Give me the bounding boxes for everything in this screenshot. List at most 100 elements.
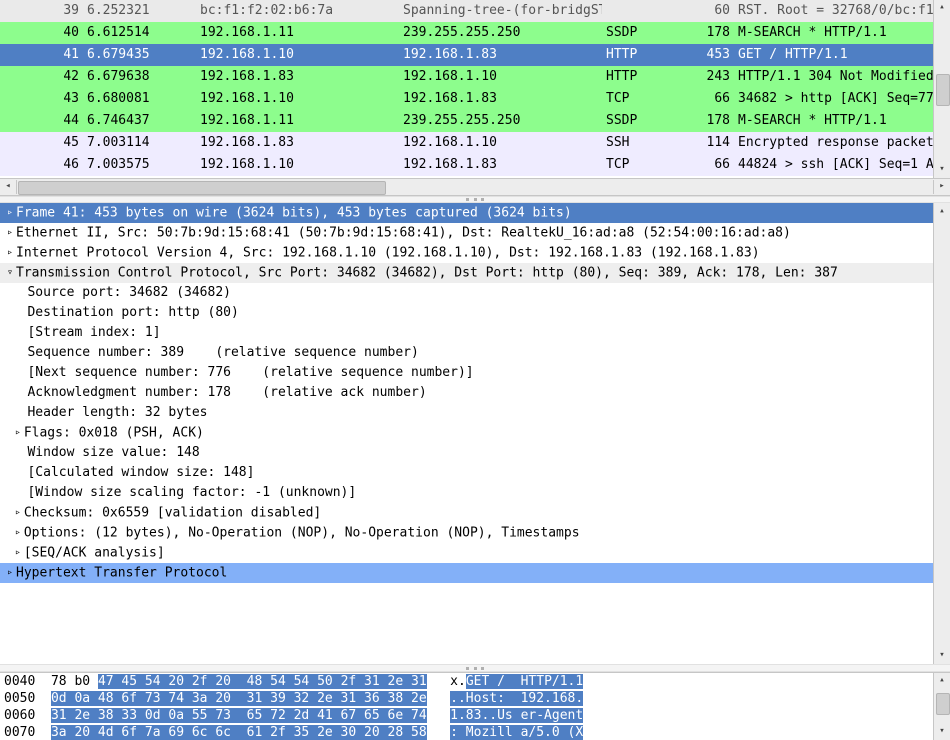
col-protocol: HTTP — [602, 66, 690, 88]
col-info: RST. Root = 32768/0/bc:f1:f2:02 — [734, 0, 933, 22]
col-length: 243 — [690, 66, 734, 88]
col-time: 6.746437 — [83, 110, 196, 132]
col-no: 43 — [0, 88, 83, 110]
hex-dump[interactable]: 0040 78 b0 47 45 54 20 2f 20 48 54 54 50… — [0, 673, 933, 740]
packet-row[interactable]: 396.252321bc:f1:f2:02:b6:7aSpanning-tree… — [0, 0, 933, 22]
expander-icon[interactable]: ▹ — [4, 563, 16, 583]
packet-row[interactable]: 457.003114192.168.1.83192.168.1.10SSH114… — [0, 132, 933, 154]
packet-list[interactable]: 396.252321bc:f1:f2:02:b6:7aSpanning-tree… — [0, 0, 933, 178]
tree-item[interactable]: ▹[SEQ/ACK analysis] — [0, 543, 933, 563]
col-info: HTTP/1.1 304 Not Modified — [734, 66, 933, 88]
packet-row[interactable]: 406.612514192.168.1.11239.255.255.250SSD… — [0, 22, 933, 44]
splitter[interactable] — [0, 664, 950, 672]
col-source: 192.168.1.83 — [196, 66, 399, 88]
hex-row[interactable]: 0060 31 2e 38 33 0d 0a 55 73 65 72 2d 41… — [4, 707, 929, 724]
scroll-down-icon[interactable]: ▾ — [935, 162, 949, 178]
col-time: 6.679638 — [83, 66, 196, 88]
col-time: 7.294462 — [83, 176, 196, 178]
tree-label: Acknowledgment number: 178 (relative ack… — [27, 385, 426, 400]
hex-row[interactable]: 0070 3a 20 4d 6f 7a 69 6c 6c 61 2f 35 2e… — [4, 724, 929, 740]
scroll-down-icon[interactable]: ▾ — [935, 648, 949, 664]
packet-row[interactable]: 416.679435192.168.1.10192.168.1.83HTTP45… — [0, 44, 933, 66]
col-no: 45 — [0, 132, 83, 154]
col-length: 66 — [690, 88, 734, 110]
expander-icon[interactable]: ▹ — [12, 523, 24, 543]
tree-item[interactable]: [Next sequence number: 776 (relative seq… — [0, 363, 933, 383]
col-length: 178 — [690, 110, 734, 132]
tree-item[interactable]: Header length: 32 bytes — [0, 403, 933, 423]
expander-icon[interactable]: ▿ — [4, 263, 16, 283]
tree-item[interactable]: Acknowledgment number: 178 (relative ack… — [0, 383, 933, 403]
col-info: M-SEARCH * HTTP/1.1 — [734, 110, 933, 132]
hex-row[interactable]: 0050 0d 0a 48 6f 73 74 3a 20 31 39 32 2e… — [4, 690, 929, 707]
hex-vscrollbar[interactable]: ▴ ▾ — [933, 673, 950, 740]
scroll-thumb[interactable] — [18, 181, 386, 195]
scroll-up-icon[interactable]: ▴ — [935, 203, 949, 219]
scroll-up-icon[interactable]: ▴ — [935, 673, 949, 689]
packet-list-vscrollbar[interactable]: ▴ ▾ — [933, 0, 950, 178]
col-time: 6.679435 — [83, 44, 196, 66]
packet-row[interactable]: 426.679638192.168.1.83192.168.1.10HTTP24… — [0, 66, 933, 88]
tree-item[interactable]: Sequence number: 389 (relative sequence … — [0, 343, 933, 363]
packet-row[interactable]: 446.746437192.168.1.11239.255.255.250SSD… — [0, 110, 933, 132]
col-time: 6.612514 — [83, 22, 196, 44]
col-protocol — [602, 0, 690, 22]
col-destination: 192.168.1.83 — [399, 154, 602, 176]
scroll-left-icon[interactable]: ◂ — [0, 180, 17, 194]
tree-item[interactable]: ▹Flags: 0x018 (PSH, ACK) — [0, 423, 933, 443]
tree-item[interactable]: ▹Checksum: 0x6559 [validation disabled] — [0, 503, 933, 523]
col-source: 192.168.1.83 — [196, 132, 399, 154]
packet-row[interactable]: 477.294462fe80::54e5:abbc:fc1a:6d7ff02::… — [0, 176, 933, 178]
tree-label: [Window size scaling factor: -1 (unknown… — [27, 485, 356, 500]
col-protocol: TCP — [602, 88, 690, 110]
tree-label: [SEQ/ACK analysis] — [24, 546, 165, 561]
expander-icon[interactable]: ▹ — [12, 503, 24, 523]
col-no: 47 — [0, 176, 83, 178]
col-length: 60 — [690, 0, 734, 22]
tree-item-ethernet[interactable]: ▹Ethernet II, Src: 50:7b:9d:15:68:41 (50… — [0, 223, 933, 243]
tree-label: Options: (12 bytes), No-Operation (NOP),… — [24, 526, 580, 541]
col-destination: Spanning-tree-(for-bridgSTP — [399, 0, 602, 22]
tree-item[interactable]: [Stream index: 1] — [0, 323, 933, 343]
tree-item-tcp[interactable]: ▿Transmission Control Protocol, Src Port… — [0, 263, 933, 283]
col-no: 41 — [0, 44, 83, 66]
tree-label: Frame 41: 453 bytes on wire (3624 bits),… — [16, 206, 572, 221]
tree-item[interactable]: [Calculated window size: 148] — [0, 463, 933, 483]
tree-item[interactable]: Destination port: http (80) — [0, 303, 933, 323]
col-length: 178 — [690, 22, 734, 44]
expander-icon[interactable]: ▹ — [4, 243, 16, 263]
tree-item[interactable]: Window size value: 148 — [0, 443, 933, 463]
expander-icon[interactable]: ▹ — [12, 543, 24, 563]
hex-row[interactable]: 0040 78 b0 47 45 54 20 2f 20 48 54 54 50… — [4, 673, 929, 690]
tree-label: Internet Protocol Version 4, Src: 192.16… — [16, 246, 760, 261]
details-vscrollbar[interactable]: ▴ ▾ — [933, 203, 950, 664]
expander-icon[interactable]: ▹ — [4, 223, 16, 243]
tree-item[interactable]: ▹Options: (12 bytes), No-Operation (NOP)… — [0, 523, 933, 543]
scroll-down-icon[interactable]: ▾ — [935, 724, 949, 740]
splitter[interactable] — [0, 196, 950, 204]
tree-item-http[interactable]: ▹Hypertext Transfer Protocol — [0, 563, 933, 583]
scroll-up-icon[interactable]: ▴ — [935, 0, 949, 16]
packet-row[interactable]: 436.680081192.168.1.10192.168.1.83TCP663… — [0, 88, 933, 110]
col-time: 6.252321 — [83, 0, 196, 22]
packet-list-hscrollbar[interactable]: ◂ ▸ — [0, 178, 950, 196]
packet-details-tree[interactable]: ▹Frame 41: 453 bytes on wire (3624 bits)… — [0, 203, 933, 664]
tree-item-ip[interactable]: ▹Internet Protocol Version 4, Src: 192.1… — [0, 243, 933, 263]
col-destination — [399, 176, 602, 178]
col-time: 7.003575 — [83, 154, 196, 176]
packet-row[interactable]: 467.003575192.168.1.10192.168.1.83TCP664… — [0, 154, 933, 176]
scroll-right-icon[interactable]: ▸ — [933, 180, 950, 194]
expander-icon[interactable]: ▹ — [4, 203, 16, 223]
col-length: 114 — [690, 132, 734, 154]
scroll-thumb[interactable] — [936, 693, 950, 715]
col-no: 42 — [0, 66, 83, 88]
tree-item[interactable]: [Window size scaling factor: -1 (unknown… — [0, 483, 933, 503]
packet-bytes-pane: 0040 78 b0 47 45 54 20 2f 20 48 54 54 50… — [0, 672, 950, 740]
col-time: 6.680081 — [83, 88, 196, 110]
tree-item[interactable]: Source port: 34682 (34682) — [0, 283, 933, 303]
tree-item-frame[interactable]: ▹Frame 41: 453 bytes on wire (3624 bits)… — [0, 203, 933, 223]
expander-icon[interactable]: ▹ — [12, 423, 24, 443]
scroll-thumb[interactable] — [936, 74, 950, 106]
tree-label: Flags: 0x018 (PSH, ACK) — [24, 426, 204, 441]
col-protocol: SSH — [602, 132, 690, 154]
